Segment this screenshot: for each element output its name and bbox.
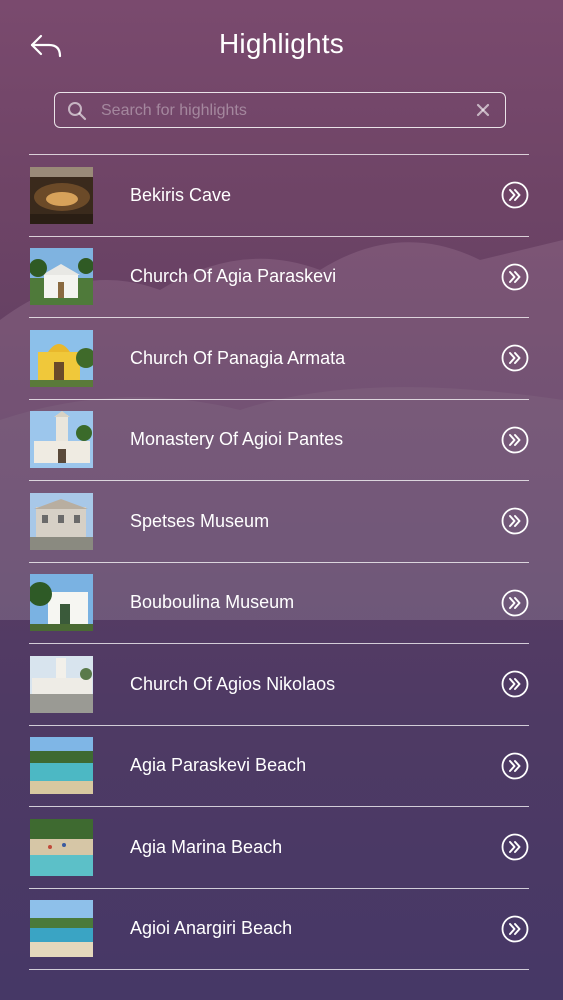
list-item[interactable]: Bouboulina Museum	[29, 563, 529, 644]
page-title: Highlights	[219, 28, 344, 59]
search-input[interactable]	[99, 97, 473, 125]
chevron-right-circle-icon[interactable]	[501, 915, 529, 943]
chevron-right-circle-icon[interactable]	[501, 589, 529, 617]
thumbnail-image	[30, 166, 93, 224]
item-label: Agia Paraskevi Beach	[130, 755, 307, 776]
divider	[29, 969, 529, 970]
thumbnail-image	[30, 900, 93, 958]
list-item[interactable]: Church Of Agios Nikolaos	[29, 644, 529, 725]
thumbnail-image	[30, 655, 93, 713]
list-item[interactable]: Agia Marina Beach	[29, 807, 529, 888]
highlights-list: Bekiris Cave Church Of Agia Paraskevi Ch…	[29, 154, 529, 970]
chevron-right-circle-icon[interactable]	[501, 263, 529, 291]
list-item[interactable]: Church Of Agia Paraskevi	[29, 237, 529, 318]
thumbnail-image	[30, 574, 93, 632]
chevron-right-circle-icon[interactable]	[501, 344, 529, 372]
list-item[interactable]: Agioi Anargiri Beach	[29, 889, 529, 970]
thumbnail-image	[30, 411, 93, 469]
item-label: Bouboulina Museum	[130, 592, 295, 613]
chevron-right-circle-icon[interactable]	[501, 752, 529, 780]
item-label: Agioi Anargiri Beach	[130, 918, 293, 939]
search-bar	[54, 92, 506, 128]
item-label: Church Of Agia Paraskevi	[130, 266, 337, 287]
thumbnail-image	[30, 329, 93, 387]
chevron-right-circle-icon[interactable]	[501, 181, 529, 209]
chevron-right-circle-icon[interactable]	[501, 833, 529, 861]
thumbnail-image	[30, 737, 93, 795]
chevron-right-circle-icon[interactable]	[501, 670, 529, 698]
chevron-right-circle-icon[interactable]	[501, 507, 529, 535]
item-label: Church Of Agios Nikolaos	[130, 673, 336, 694]
header: Highlights	[0, 0, 563, 90]
list-item[interactable]: Agia Paraskevi Beach	[29, 726, 529, 807]
item-label: Agia Marina Beach	[130, 836, 283, 857]
list-item[interactable]: Church Of Panagia Armata	[29, 318, 529, 399]
list-item[interactable]: Monastery Of Agioi Pantes	[29, 400, 529, 481]
item-label: Spetses Museum	[130, 510, 270, 531]
item-label: Church Of Panagia Armata	[130, 347, 346, 368]
item-label: Monastery Of Agioi Pantes	[130, 429, 344, 450]
search-icon	[68, 102, 87, 121]
chevron-right-circle-icon[interactable]	[501, 426, 529, 454]
clear-icon[interactable]	[473, 100, 493, 120]
list-item[interactable]: Spetses Museum	[29, 481, 529, 562]
item-label: Bekiris Cave	[130, 184, 232, 205]
thumbnail-image	[30, 248, 93, 306]
list-item[interactable]: Bekiris Cave	[29, 155, 529, 236]
thumbnail-image	[30, 492, 93, 550]
thumbnail-image	[30, 818, 93, 876]
